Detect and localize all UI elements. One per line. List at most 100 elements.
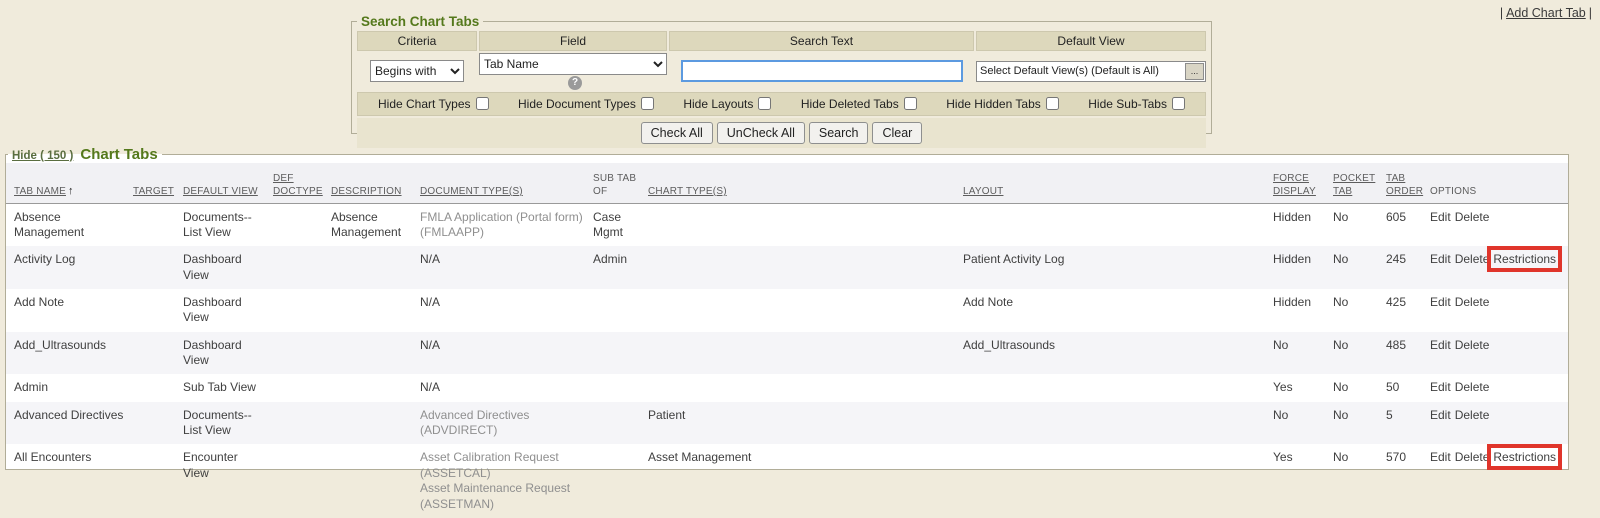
cell-sub-tab-of <box>591 374 646 401</box>
default-view-picker[interactable]: Select Default View(s) (Default is All) … <box>976 61 1206 82</box>
cell-tab-order: 425 <box>1384 289 1428 332</box>
cell-tab-name: Admin <box>6 374 131 401</box>
cell-description <box>329 374 418 401</box>
option-delete-link[interactable]: Delete <box>1455 210 1490 224</box>
default-view-browse-button[interactable]: ... <box>1185 63 1204 80</box>
cell-chart-types <box>646 374 961 401</box>
cell-layout: Add_Ultrasounds <box>961 332 1271 375</box>
cell-chart-types: Patient <box>646 402 961 445</box>
option-edit-link[interactable]: Edit <box>1430 252 1451 266</box>
option-edit-link[interactable]: Edit <box>1430 338 1451 352</box>
checkbox-label: Hide Document Types <box>518 97 636 111</box>
checkbox-label: Hide Sub-Tabs <box>1088 97 1167 111</box>
default-view-header: Default View <box>976 31 1206 51</box>
cell-document-types: FMLA Application (Portal form) (FMLAAPP) <box>418 203 591 246</box>
cell-tab-order: 485 <box>1384 332 1428 375</box>
cell-default-view: Documents-- List View <box>181 203 271 246</box>
option-delete-link[interactable]: Delete <box>1455 380 1490 394</box>
option-delete-link[interactable]: Delete <box>1455 338 1490 352</box>
option-edit-link[interactable]: Edit <box>1430 210 1451 224</box>
cell-pocket-tab: No <box>1331 203 1384 246</box>
hide-chart-types-checkbox[interactable] <box>476 97 489 110</box>
cell-options: Edit Delete <box>1428 374 1568 401</box>
search-text-input[interactable] <box>681 60 963 82</box>
uncheck-all-button[interactable]: UnCheck All <box>717 122 805 144</box>
option-restrictions-link[interactable]: Restrictions <box>1493 450 1556 464</box>
cell-sub-tab-of <box>591 402 646 445</box>
cell-tab-order: 570 <box>1384 444 1428 517</box>
col-header-tab-order[interactable]: TAB ORDER <box>1384 163 1428 203</box>
field-select[interactable]: Tab Name <box>479 53 667 75</box>
cell-options: Edit Delete <box>1428 289 1568 332</box>
cell-tab-name: All Encounters <box>6 444 131 517</box>
cell-default-view: Dashboard View <box>181 332 271 375</box>
option-edit-link[interactable]: Edit <box>1430 408 1451 422</box>
option-delete-link[interactable]: Delete <box>1455 450 1490 464</box>
col-header-force-display[interactable]: FORCE DISPLAY <box>1271 163 1331 203</box>
option-delete-link[interactable]: Delete <box>1455 408 1490 422</box>
cell-description <box>329 246 418 289</box>
search-buttons-row: Check AllUnCheck AllSearchClear <box>357 118 1206 148</box>
table-row: Add NoteDashboard ViewN/AAdd NoteHiddenN… <box>6 289 1568 332</box>
cell-default-view: Dashboard View <box>181 289 271 332</box>
cell-description <box>329 402 418 445</box>
col-header-pocket-tab[interactable]: POCKET TAB <box>1331 163 1384 203</box>
help-icon[interactable]: ? <box>568 76 582 90</box>
cell-force-display: No <box>1271 332 1331 375</box>
col-header-tab-name[interactable]: TAB NAME↑ <box>6 163 131 203</box>
col-header-layout[interactable]: LAYOUT <box>961 163 1271 203</box>
cell-tab-name: Advanced Directives <box>6 402 131 445</box>
option-edit-link[interactable]: Edit <box>1430 450 1451 464</box>
col-header-default-view[interactable]: DEFAULT VIEW <box>181 163 271 203</box>
cell-def-doctype <box>271 332 329 375</box>
hide-layouts-checkbox[interactable] <box>758 97 771 110</box>
cell-sub-tab-of: Admin <box>591 246 646 289</box>
cell-document-types: N/A <box>418 289 591 332</box>
sort-ascending-icon: ↑ <box>68 184 74 199</box>
cell-def-doctype <box>271 246 329 289</box>
chart-tabs-body: Absence ManagementDocuments-- List ViewA… <box>6 203 1568 518</box>
option-delete-link[interactable]: Delete <box>1455 295 1490 309</box>
criteria-select[interactable]: Begins with <box>370 60 464 82</box>
cell-tab-order: 245 <box>1384 246 1428 289</box>
cell-def-doctype <box>271 374 329 401</box>
cell-layout: Patient Activity Log <box>961 246 1271 289</box>
cell-chart-types <box>646 332 961 375</box>
clear-button[interactable]: Clear <box>872 122 922 144</box>
cell-force-display: Yes <box>1271 444 1331 517</box>
hide-document-types-checkbox[interactable] <box>641 97 654 110</box>
checkbox-label: Hide Hidden Tabs <box>946 97 1041 111</box>
col-header-description[interactable]: DESCRIPTION <box>329 163 418 203</box>
cell-pocket-tab: No <box>1331 444 1384 517</box>
hide-chart-types-option: Hide Chart Types <box>378 97 489 111</box>
cell-document-types: N/A <box>418 374 591 401</box>
hide-deleted-tabs-checkbox[interactable] <box>904 97 917 110</box>
col-header-chart-types[interactable]: CHART TYPE(S) <box>646 163 961 203</box>
cell-tab-name: Add_Ultrasounds <box>6 332 131 375</box>
cell-layout: Add Note <box>961 289 1271 332</box>
option-delete-link[interactable]: Delete <box>1455 252 1490 266</box>
cell-document-types: N/A <box>418 332 591 375</box>
option-restrictions-link[interactable]: Restrictions <box>1493 252 1556 266</box>
criteria-header: Criteria <box>357 31 477 51</box>
cell-document-types: N/A <box>418 246 591 289</box>
option-edit-link[interactable]: Edit <box>1430 295 1451 309</box>
hide-count-link[interactable]: Hide ( 150 ) <box>12 150 73 162</box>
cell-pocket-tab: No <box>1331 402 1384 445</box>
hide-hidden-tabs-checkbox[interactable] <box>1046 97 1059 110</box>
table-row: Activity LogDashboard ViewN/AAdminPatien… <box>6 246 1568 289</box>
cell-tab-name: Activity Log <box>6 246 131 289</box>
option-edit-link[interactable]: Edit <box>1430 380 1451 394</box>
hide-document-types-option: Hide Document Types <box>518 97 654 111</box>
col-header-def-doctype[interactable]: DEF DOCTYPE <box>271 163 329 203</box>
add-chart-tab-link[interactable]: Add Chart Tab <box>1506 6 1586 20</box>
cell-options: Edit DeleteRestrictions <box>1428 246 1568 289</box>
search-button[interactable]: Search <box>809 122 869 144</box>
hide-sub-tabs-checkbox[interactable] <box>1172 97 1185 110</box>
hide-hidden-tabs-option: Hide Hidden Tabs <box>946 97 1059 111</box>
check-all-button[interactable]: Check All <box>641 122 713 144</box>
col-header-document-types[interactable]: DOCUMENT TYPE(S) <box>418 163 591 203</box>
table-row: AdminSub Tab ViewN/AYesNo50EditDelete <box>6 374 1568 401</box>
col-header-target[interactable]: TARGET <box>131 163 181 203</box>
search-panel-title: Search Chart Tabs <box>357 14 483 29</box>
